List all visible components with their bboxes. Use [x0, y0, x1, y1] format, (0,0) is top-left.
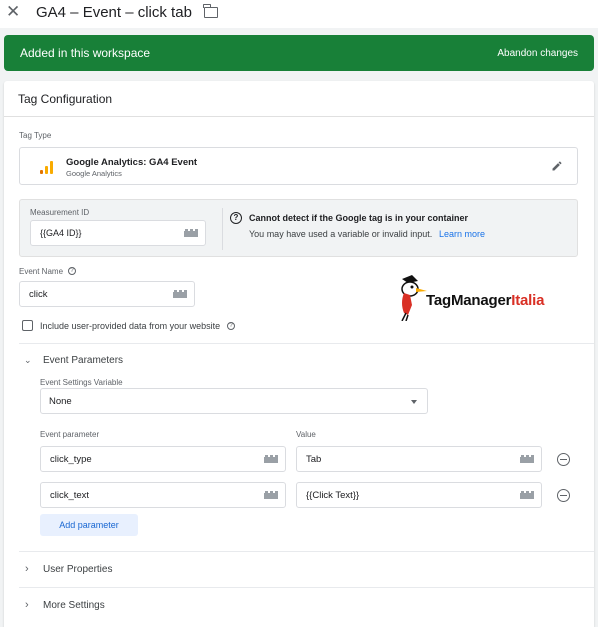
- variable-picker-icon[interactable]: [259, 484, 283, 506]
- measurement-id-input[interactable]: {{GA4 ID}}: [30, 220, 206, 246]
- checkbox-label: Include user-provided data from your web…: [40, 321, 221, 331]
- divider: [19, 551, 594, 552]
- event-settings-variable-value: None: [49, 396, 72, 407]
- tag-type-selector[interactable]: Google Analytics: GA4 Event Google Analy…: [19, 147, 578, 185]
- event-name-value: click: [29, 289, 48, 300]
- workspace-banner: Added in this workspace Abandon changes: [4, 35, 594, 71]
- event-settings-variable-label: Event Settings Variable: [40, 378, 123, 387]
- parameter-value: Tab: [306, 454, 322, 465]
- chevron-down-icon[interactable]: ⌄: [24, 355, 32, 366]
- user-properties-header[interactable]: User Properties: [43, 564, 112, 575]
- close-icon[interactable]: ✕: [6, 2, 20, 22]
- woodpecker-icon: [401, 275, 427, 321]
- logo-text-main: TagManager: [426, 292, 512, 309]
- folder-icon[interactable]: [203, 4, 218, 18]
- parameter-value-input[interactable]: Tab: [296, 446, 542, 472]
- parameter-value-input[interactable]: {{Click Text}}: [296, 482, 542, 508]
- variable-picker-icon[interactable]: [259, 448, 283, 470]
- measurement-id-section: Measurement ID {{GA4 ID}} ? Cannot detec…: [19, 199, 578, 257]
- variable-picker-icon[interactable]: [168, 283, 192, 305]
- logo-text-accent: Italia: [511, 292, 545, 309]
- warning-text: You may have used a variable or invalid …: [249, 229, 433, 239]
- event-parameter-value: click_type: [50, 454, 92, 465]
- abandon-changes-button[interactable]: Abandon changes: [497, 48, 578, 59]
- top-bar: ✕ GA4 – Event – click tab: [0, 0, 598, 28]
- help-icon[interactable]: ?: [227, 322, 235, 330]
- tag-title-text[interactable]: GA4 – Event – click tab: [36, 4, 192, 21]
- tag-type-vendor: Google Analytics: [66, 169, 122, 178]
- chevron-right-icon[interactable]: ›: [25, 563, 29, 575]
- event-parameter-column-label: Event parameter: [40, 430, 100, 439]
- chevron-right-icon[interactable]: ›: [25, 599, 29, 611]
- remove-row-icon[interactable]: [557, 453, 570, 466]
- tagmanageritalia-logo: TagManagerItalia: [394, 275, 574, 325]
- help-circle-icon: ?: [230, 212, 242, 224]
- tag-configuration-card: Tag Configuration Tag Type Google Analyt…: [4, 81, 594, 627]
- event-settings-variable-select[interactable]: None: [40, 388, 428, 414]
- more-settings-header[interactable]: More Settings: [43, 600, 105, 611]
- tag-type-label: Tag Type: [19, 131, 52, 140]
- parameter-value: {{Click Text}}: [306, 490, 360, 501]
- event-name-label: Event Name: [19, 267, 64, 276]
- event-name-input[interactable]: click: [19, 281, 195, 307]
- dropdown-caret-icon: [411, 400, 417, 404]
- help-icon[interactable]: ?: [68, 267, 76, 275]
- variable-picker-icon[interactable]: [515, 484, 539, 506]
- event-parameter-input[interactable]: click_text: [40, 482, 286, 508]
- user-provided-data-checkbox[interactable]: [22, 320, 33, 331]
- variable-picker-icon[interactable]: [179, 222, 203, 244]
- warning-title: Cannot detect if the Google tag is in yo…: [249, 213, 469, 223]
- learn-more-link[interactable]: Learn more: [439, 229, 485, 239]
- divider: [19, 587, 594, 588]
- measurement-id-label: Measurement ID: [30, 208, 90, 217]
- event-parameters-header[interactable]: Event Parameters: [43, 355, 123, 366]
- tag-type-name: Google Analytics: GA4 Event: [66, 157, 198, 168]
- edit-pencil-icon[interactable]: [551, 160, 563, 172]
- google-analytics-icon: [40, 160, 54, 174]
- remove-row-icon[interactable]: [557, 489, 570, 502]
- value-column-label: Value: [296, 430, 316, 439]
- add-parameter-button[interactable]: Add parameter: [40, 514, 138, 536]
- divider: [19, 343, 594, 344]
- event-parameter-input[interactable]: click_type: [40, 446, 286, 472]
- banner-message: Added in this workspace: [20, 46, 151, 60]
- card-title: Tag Configuration: [4, 81, 594, 117]
- event-parameter-value: click_text: [50, 490, 90, 501]
- divider: [222, 208, 223, 250]
- variable-picker-icon[interactable]: [515, 448, 539, 470]
- logo-text: TagManagerItalia: [426, 292, 544, 309]
- measurement-id-value: {{GA4 ID}}: [40, 228, 82, 238]
- tag-title: GA4 – Event – click tab: [36, 4, 218, 21]
